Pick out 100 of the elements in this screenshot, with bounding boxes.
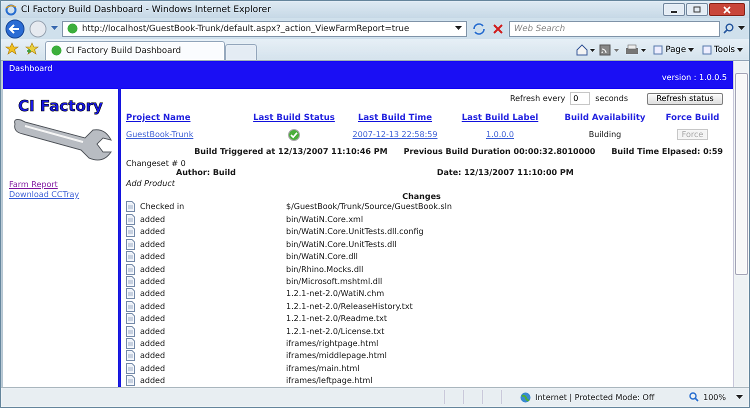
column-header[interactable]: Last Build Status [246, 112, 342, 123]
change-action: added [140, 264, 166, 274]
change-path: iframes/middlepage.html [286, 351, 387, 360]
build-info-text: Previous Build Duration 00:00:32.8010000 [404, 146, 596, 156]
change-action: added [140, 214, 166, 224]
file-icon [126, 226, 135, 238]
refresh-icon[interactable] [471, 20, 487, 37]
back-icon[interactable] [5, 18, 25, 39]
build-info-text: Build Time Elpased: 0:59 [611, 146, 723, 156]
address-field[interactable]: http://localhost/GuestBook-Trunk/default.aspx?_action_ViewFarmReport=true [62, 20, 467, 37]
browser-logo-icon [5, 4, 17, 16]
change-path: iframes/rightpage.html [286, 338, 378, 348]
caret-icon [688, 48, 694, 52]
column-header[interactable]: Force Build [658, 112, 727, 123]
change-path: bin/Microsoft.mshtml.dll [286, 276, 382, 286]
project-link[interactable]: GuestBook-Trunk [126, 130, 246, 140]
dropdown-icon[interactable] [736, 394, 743, 400]
change-path: iframes/leftpage.html [286, 376, 373, 386]
header-title: Dashboard [9, 64, 54, 73]
availability-text: Building [588, 130, 622, 140]
search-field[interactable]: Web Search [509, 20, 720, 37]
minimize-button[interactable] [663, 3, 685, 16]
file-icon [126, 264, 135, 274]
file-icon [126, 300, 135, 312]
column-header[interactable]: Last Build Time [342, 112, 448, 123]
window-title: CI Factory Build Dashboard - Windows Internet Explorer [21, 4, 271, 15]
sidebar-link[interactable]: Download CCTray [9, 190, 118, 200]
change-action: added [140, 376, 166, 386]
globe-icon [520, 392, 532, 403]
add-favorite-icon[interactable] [25, 42, 39, 56]
file-icon [126, 338, 135, 349]
change-path: bin/WatiN.Core.UnitTests.dll [286, 240, 397, 249]
change-action: added [140, 314, 166, 324]
printer-icon[interactable] [625, 44, 648, 56]
file-icon [126, 251, 135, 262]
version-text: version : 1.0.0.5 [662, 72, 727, 82]
browser-tab[interactable]: CI Factory Build Dashboard [45, 40, 225, 60]
file-icon [126, 214, 135, 225]
change-action: added [140, 252, 166, 262]
change-path: bin/WatiN.Core.UnitTests.dll.config [286, 227, 424, 236]
file-icon [126, 288, 135, 300]
changes-heading: Changes [402, 192, 441, 201]
page-icon [67, 23, 78, 34]
maximize-icon [693, 6, 701, 14]
zoom-icon [689, 392, 700, 402]
favorites-star-icon[interactable] [5, 42, 19, 56]
changeset-comment: Add Product [126, 178, 176, 188]
build-info-text: Build Triggered at 12/13/2007 11:10:46 PM [194, 146, 388, 156]
maximize-button[interactable] [686, 3, 708, 16]
file-icon [126, 350, 135, 362]
change-path: $/GuestBook/Trunk/Source/GuestBook.sln [286, 202, 452, 212]
author-text: Author: Build [176, 168, 236, 177]
zoom-level[interactable]: 100% [703, 392, 726, 402]
refresh-status-button[interactable]: Refresh status [647, 92, 723, 105]
search-icon[interactable] [723, 23, 734, 34]
change-action: added [140, 227, 166, 236]
change-path: bin/WatiN.Core.dll [286, 252, 358, 262]
scrollbar[interactable] [733, 60, 749, 387]
date-text: Date: 12/13/2007 11:10:00 PM [436, 168, 574, 177]
file-icon [126, 201, 135, 212]
close-icon [723, 6, 731, 14]
command-menu-button[interactable]: Tools [700, 44, 745, 55]
dropdown-icon[interactable] [738, 26, 745, 32]
home-icon[interactable] [575, 44, 596, 56]
change-path: 1.2.1-net-2.0/WatiN.chm [286, 289, 384, 298]
feeds-icon[interactable] [599, 44, 622, 56]
close-button[interactable] [709, 3, 745, 16]
command-menu-button[interactable]: Page [651, 44, 696, 55]
success-check-icon [288, 128, 300, 141]
dropdown-icon[interactable] [455, 26, 462, 32]
change-action: added [140, 338, 166, 348]
change-action: added [140, 351, 166, 360]
refresh-unit: seconds [595, 94, 628, 104]
build-time-link[interactable]: 2007-12-13 22:58:59 [352, 130, 438, 140]
refresh-label: Refresh every [510, 94, 566, 104]
sidebar-link[interactable]: Farm Report [9, 180, 118, 190]
change-action: added [140, 276, 166, 286]
file-icon [126, 238, 135, 250]
change-action: added [140, 302, 166, 311]
stop-icon[interactable] [491, 22, 505, 36]
column-header[interactable]: Project Name [126, 112, 246, 123]
file-icon [126, 326, 135, 337]
build-label-link[interactable]: 1.0.0.0 [486, 130, 514, 140]
change-path: iframes/main.html [286, 364, 360, 373]
logo-text: CI Factory [17, 96, 104, 115]
caret-icon [737, 48, 743, 52]
change-action: Checked in [140, 202, 186, 212]
file-icon [126, 313, 135, 324]
column-header[interactable]: Last Build Label [448, 112, 552, 123]
security-zone-text: Internet | Protected Mode: Off [535, 392, 656, 402]
change-action: added [140, 240, 166, 249]
page-icon [51, 45, 62, 56]
change-path: bin/WatiN.Core.xml [286, 214, 364, 224]
file-icon [126, 276, 135, 287]
file-icon [126, 362, 135, 374]
change-action: added [140, 364, 166, 373]
column-header[interactable]: Build Availability [552, 112, 658, 123]
refresh-interval-field[interactable]: 0 [570, 92, 590, 106]
change-action: added [140, 326, 166, 336]
changeset-title: Changeset # 0 [126, 158, 187, 168]
